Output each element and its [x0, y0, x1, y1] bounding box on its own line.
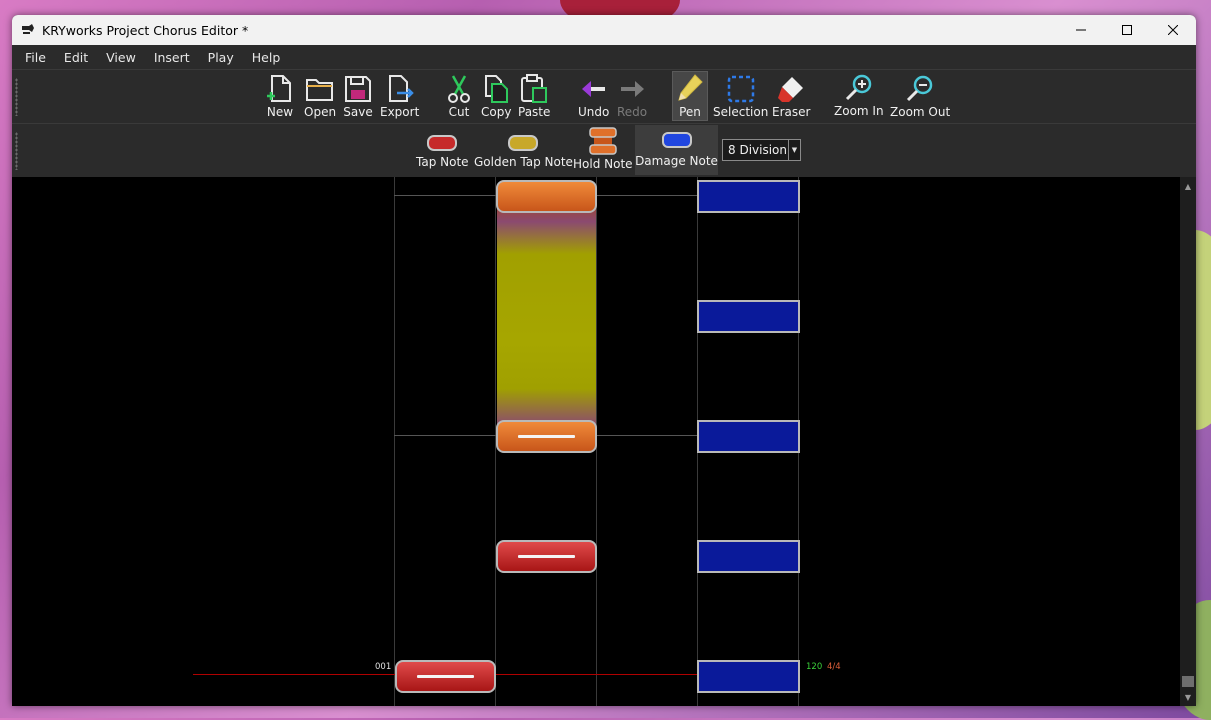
scroll-down-icon[interactable]: ▼: [1180, 690, 1196, 704]
tap-note[interactable]: [395, 660, 496, 693]
paste-label: Paste: [518, 105, 551, 119]
minimize-icon: [1076, 29, 1086, 31]
time-signature-label: 4/4: [827, 662, 841, 672]
save-label: Save: [343, 105, 373, 119]
toolbar-grip[interactable]: [15, 78, 18, 116]
chart-canvas[interactable]: 001 120 4/4: [12, 177, 1180, 706]
menu-insert[interactable]: Insert: [145, 50, 199, 65]
scrollbar-thumb[interactable]: [1182, 676, 1194, 687]
pencil-icon: [678, 74, 703, 101]
eraser-icon: [778, 77, 804, 102]
zoom-out-button[interactable]: Zoom Out: [890, 74, 950, 119]
cut-label: Cut: [448, 105, 470, 119]
eraser-tool-button[interactable]: Eraser: [772, 74, 810, 119]
selection-marquee-icon: [727, 75, 754, 103]
menu-play[interactable]: Play: [199, 50, 243, 65]
close-button[interactable]: [1150, 15, 1196, 45]
close-icon: [1168, 25, 1178, 35]
hold-note-start[interactable]: [496, 420, 597, 453]
note-toolbar: Tap Note Golden Tap Note Hold Note Damag…: [12, 123, 1196, 177]
lane-divider: [394, 177, 395, 706]
new-label: New: [266, 105, 294, 119]
tap-note-button[interactable]: Tap Note: [416, 130, 469, 169]
maximize-icon: [1122, 25, 1132, 35]
save-disk-icon: [345, 76, 371, 102]
menu-help[interactable]: Help: [243, 50, 290, 65]
hold-note-end[interactable]: [496, 180, 597, 213]
damage-note[interactable]: [697, 180, 800, 213]
folder-icon: [306, 79, 334, 101]
undo-button[interactable]: Undo: [578, 74, 609, 119]
golden-note-icon: [508, 135, 539, 151]
damage-note[interactable]: [697, 300, 800, 333]
pen-tool-button[interactable]: Pen: [672, 71, 708, 121]
tap-note-icon: [427, 135, 458, 151]
save-button[interactable]: Save: [343, 74, 373, 119]
menu-file[interactable]: File: [16, 50, 55, 65]
zoom-in-icon: [845, 74, 872, 101]
damage-note[interactable]: [697, 420, 800, 453]
cut-button[interactable]: Cut: [445, 74, 473, 119]
new-button[interactable]: New: [266, 74, 294, 119]
new-file-icon: [267, 75, 291, 102]
editor-window: KRYworks Project Chorus Editor * File Ed…: [12, 15, 1196, 706]
maximize-button[interactable]: [1104, 15, 1150, 45]
pen-label: Pen: [679, 105, 701, 119]
division-value: 8 Division: [728, 143, 787, 157]
selection-label: Selection: [713, 105, 769, 119]
open-button[interactable]: Open: [304, 74, 336, 119]
zoom-in-label: Zoom In: [834, 104, 884, 118]
measure-number: 001: [375, 662, 392, 672]
export-icon: [388, 75, 414, 102]
chevron-down-icon[interactable]: ▼: [788, 140, 800, 160]
vertical-scrollbar[interactable]: ▲ ▼: [1180, 177, 1196, 706]
toolbar-grip[interactable]: [15, 132, 18, 170]
golden-tap-note-label: Golden Tap Note: [474, 155, 573, 169]
damage-note[interactable]: [697, 660, 800, 693]
copy-label: Copy: [481, 105, 512, 119]
damage-note[interactable]: [697, 540, 800, 573]
hold-note-icon: [589, 127, 617, 155]
hold-note-label: Hold Note: [573, 157, 633, 171]
title-bar[interactable]: KRYworks Project Chorus Editor *: [12, 15, 1196, 45]
golden-tap-note-button[interactable]: Golden Tap Note: [474, 130, 573, 169]
zoom-in-button[interactable]: Zoom In: [834, 73, 884, 118]
app-icon: [22, 24, 34, 34]
menu-edit[interactable]: Edit: [55, 50, 97, 65]
copy-icon: [485, 75, 509, 103]
export-label: Export: [380, 105, 420, 119]
paste-button[interactable]: Paste: [518, 74, 550, 119]
zoom-out-icon: [907, 75, 933, 102]
minimize-button[interactable]: [1058, 15, 1104, 45]
bpm-label: 120: [806, 662, 823, 672]
undo-arrow-icon: [581, 81, 605, 97]
copy-button[interactable]: Copy: [481, 74, 511, 119]
redo-label: Redo: [617, 105, 648, 119]
hold-note-button[interactable]: Hold Note: [573, 126, 633, 171]
tap-note[interactable]: [496, 540, 597, 573]
selection-tool-button[interactable]: Selection: [713, 74, 768, 119]
open-label: Open: [304, 105, 337, 119]
menu-bar: File Edit View Insert Play Help: [12, 45, 1196, 69]
main-toolbar: New Open Save Export Cut Copy Paste Undo…: [12, 69, 1196, 123]
division-select[interactable]: 8 Division ▼: [722, 139, 801, 161]
menu-view[interactable]: View: [97, 50, 145, 65]
export-button[interactable]: Export: [380, 74, 419, 119]
zoom-out-label: Zoom Out: [890, 105, 951, 119]
scissors-icon: [448, 75, 470, 103]
eraser-label: Eraser: [772, 105, 811, 119]
window-title: KRYworks Project Chorus Editor *: [42, 22, 249, 38]
hold-note-body[interactable]: [497, 203, 596, 435]
damage-note-icon: [661, 132, 692, 148]
redo-button[interactable]: Redo: [617, 74, 647, 119]
tap-note-label: Tap Note: [416, 155, 469, 169]
scroll-up-icon[interactable]: ▲: [1180, 179, 1196, 193]
damage-note-button[interactable]: Damage Note: [635, 125, 718, 175]
undo-label: Undo: [578, 105, 610, 119]
clipboard-icon: [521, 74, 548, 103]
redo-arrow-icon: [621, 81, 645, 97]
damage-note-label: Damage Note: [635, 154, 718, 168]
